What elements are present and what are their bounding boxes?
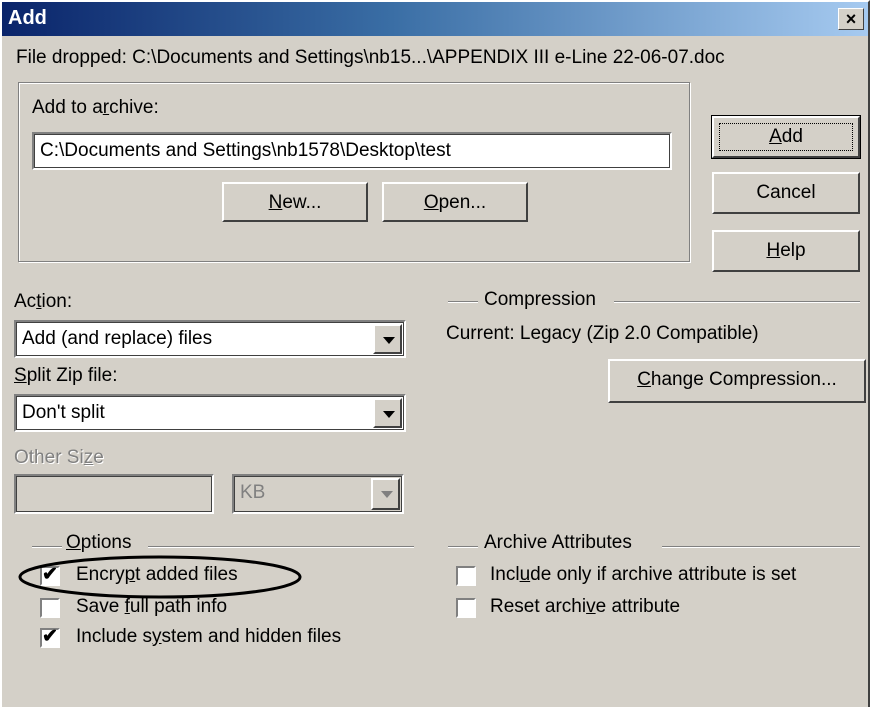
compression-line-right	[614, 301, 860, 303]
options-line-right	[148, 546, 414, 548]
add-dialog: Add × File dropped: C:\Documents and Set…	[0, 0, 870, 707]
attributes-line-left	[448, 546, 478, 548]
attributes-line-right	[662, 546, 860, 548]
options-heading: Options	[66, 532, 132, 553]
action-label: Action:	[14, 291, 73, 312]
close-button[interactable]: ×	[838, 8, 864, 30]
action-select[interactable]: Add (and replace) files	[14, 320, 406, 358]
window-title: Add	[8, 7, 47, 29]
archive-attributes-heading: Archive Attributes	[484, 532, 632, 553]
new-button[interactable]: New...	[222, 182, 368, 222]
reset-archive-attribute-checkbox[interactable]	[456, 598, 476, 618]
compression-line-left	[448, 301, 478, 303]
compression-current: Current: Legacy (Zip 2.0 Compatible)	[446, 323, 759, 344]
compression-heading: Compression	[484, 289, 596, 310]
add-to-archive-label: Add to archive:	[32, 97, 159, 118]
close-icon: ×	[845, 9, 857, 29]
change-compression-button[interactable]: Change Compression...	[608, 359, 866, 403]
reset-archive-attribute-label[interactable]: Reset archive attribute	[490, 596, 680, 618]
cancel-button[interactable]: Cancel	[712, 172, 860, 214]
split-zip-select[interactable]: Don't split	[14, 394, 406, 432]
action-dropdown-button[interactable]	[373, 324, 402, 354]
split-zip-label: Split Zip file:	[14, 365, 118, 386]
other-size-input[interactable]	[14, 474, 214, 514]
checkmark-icon: ✔	[42, 626, 58, 647]
archive-path-value: C:\Documents and Settings\nb1578\Desktop…	[40, 140, 451, 161]
include-archive-attribute-checkbox[interactable]	[456, 566, 476, 586]
size-unit-value: KB	[240, 482, 266, 503]
highlight-ellipse	[18, 555, 302, 599]
split-zip-select-value: Don't split	[22, 402, 105, 423]
open-button[interactable]: Open...	[382, 182, 528, 222]
split-dropdown-button[interactable]	[373, 398, 402, 428]
chevron-down-icon	[381, 491, 393, 498]
size-unit-select[interactable]: KB	[232, 474, 404, 514]
save-full-path-checkbox[interactable]	[40, 598, 60, 618]
options-line-left	[32, 546, 62, 548]
unit-dropdown-button[interactable]	[371, 478, 400, 510]
archive-path-input[interactable]: C:\Documents and Settings\nb1578\Desktop…	[32, 132, 672, 170]
file-dropped-text: File dropped: C:\Documents and Settings\…	[16, 47, 725, 68]
other-size-label: Other Size	[14, 447, 104, 468]
action-select-value: Add (and replace) files	[22, 328, 213, 349]
help-button[interactable]: Help	[712, 230, 860, 272]
include-system-label[interactable]: Include system and hidden files	[76, 626, 341, 648]
title-bar[interactable]: Add ×	[2, 2, 868, 36]
chevron-down-icon	[383, 411, 395, 418]
include-archive-attribute-label[interactable]: Include only if archive attribute is set	[490, 564, 796, 586]
add-button[interactable]: Add	[711, 115, 861, 159]
chevron-down-icon	[383, 337, 395, 344]
include-system-checkbox[interactable]: ✔	[40, 626, 60, 648]
save-full-path-label[interactable]: Save full path info	[76, 596, 227, 618]
